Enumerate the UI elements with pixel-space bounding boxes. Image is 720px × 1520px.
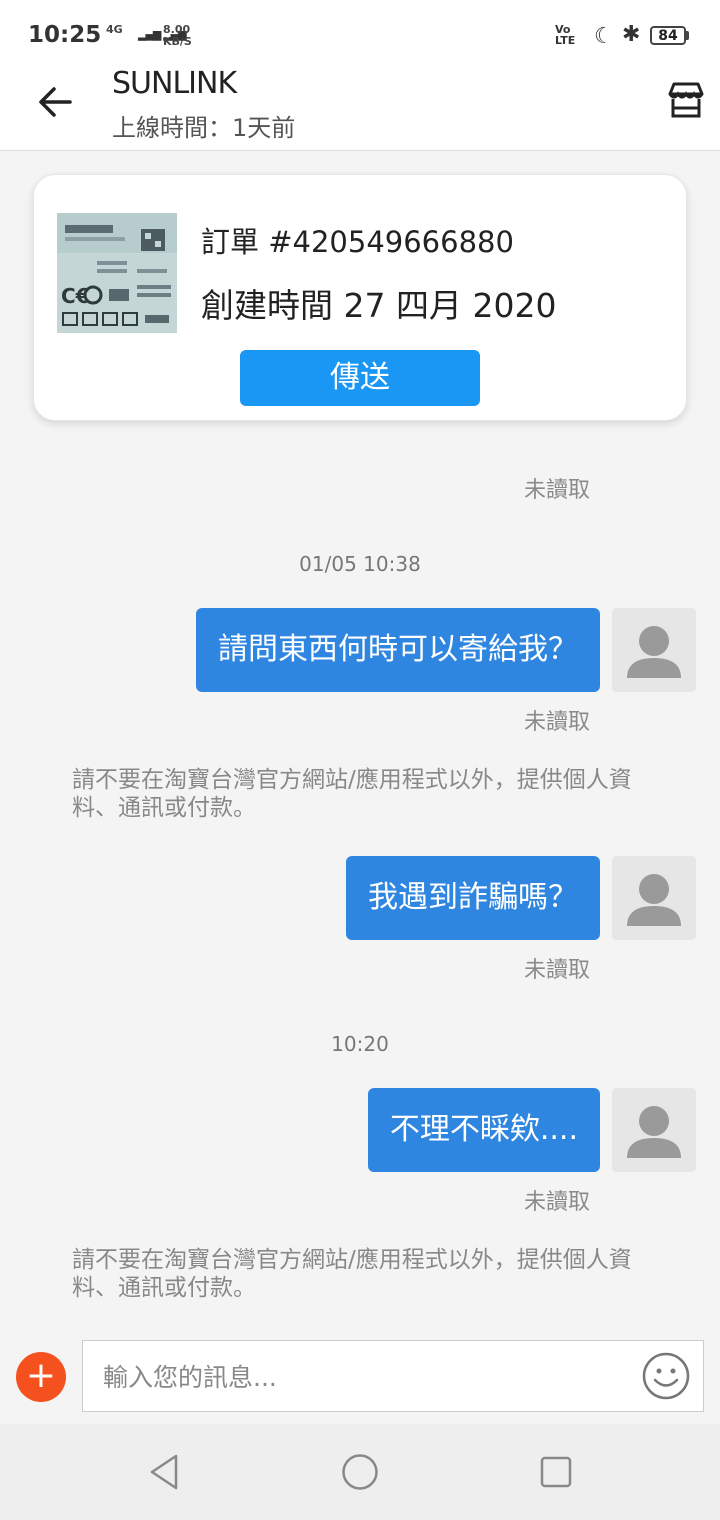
read-status: 未讀取 (524, 1190, 591, 1215)
user-avatar-icon (627, 1106, 681, 1158)
timestamp: 10:20 (331, 1032, 389, 1056)
safety-notice: 請不要在淘寶台灣官方網站/應用程式以外，提供個人資料、通訊或付款。 (72, 767, 632, 821)
nav-home-icon[interactable] (340, 1452, 380, 1492)
message-bubble[interactable]: 請問東西何時可以寄給我？ (196, 608, 600, 692)
volte-icon: Vo LTE (555, 23, 576, 47)
timestamp: 01/05 10:38 (299, 552, 421, 576)
chat-header: SUNLINK 上線時間：1天前 (0, 62, 720, 151)
avatar (612, 1088, 696, 1172)
order-card[interactable]: C€ 訂單 #420549666880 創建時間 27 四月 2020 傳送 (33, 174, 687, 421)
bluetooth-icon: ✱ (622, 22, 641, 47)
product-image: C€ (57, 213, 177, 333)
read-status: 未讀取 (524, 478, 591, 503)
status-time: 10:25 (28, 22, 102, 48)
send-order-button[interactable]: 傳送 (240, 350, 480, 406)
battery-level: 84 (658, 28, 678, 44)
avatar (612, 856, 696, 940)
order-created-date: 創建時間 27 四月 2020 (201, 286, 557, 325)
user-avatar-icon (627, 874, 681, 926)
network-speed: 8.00 KB/S (163, 23, 192, 48)
message-bubble[interactable]: 不理不睬欸.... (367, 1088, 600, 1172)
product-thumbnail[interactable]: C€ (57, 213, 177, 333)
status-bar: 10:25 4G ▂▄▆ ▂▄▆ 8.00 KB/S Vo LTE ☾ ✱ 84 (0, 0, 720, 62)
online-status: 上線時間：1天前 (112, 114, 296, 142)
battery-tip (686, 31, 689, 40)
safety-notice: 請不要在淘寶台灣官方網站/應用程式以外，提供個人資料、通訊或付款。 (72, 1247, 632, 1301)
back-arrow-icon[interactable] (36, 82, 76, 122)
add-attachment-button[interactable]: + (16, 1352, 66, 1402)
nav-recents-icon[interactable] (538, 1454, 574, 1490)
message-input-box (82, 1340, 704, 1412)
emoji-icon[interactable] (641, 1351, 691, 1401)
order-number: 訂單 #420549666880 (201, 225, 514, 259)
read-status: 未讀取 (524, 710, 591, 735)
message-input[interactable] (101, 1351, 625, 1403)
battery-icon: 84 (650, 26, 686, 45)
avatar (612, 608, 696, 692)
system-nav-bar (0, 1424, 720, 1520)
read-status: 未讀取 (524, 958, 591, 983)
shop-icon[interactable] (664, 78, 708, 122)
moon-icon: ☾ (594, 24, 614, 49)
message-bubble[interactable]: 我遇到詐騙嗎？ (346, 856, 600, 940)
network-type: 4G (106, 23, 123, 36)
shop-name[interactable]: SUNLINK (112, 66, 237, 101)
user-avatar-icon (627, 626, 681, 678)
nav-back-icon[interactable] (146, 1452, 182, 1492)
